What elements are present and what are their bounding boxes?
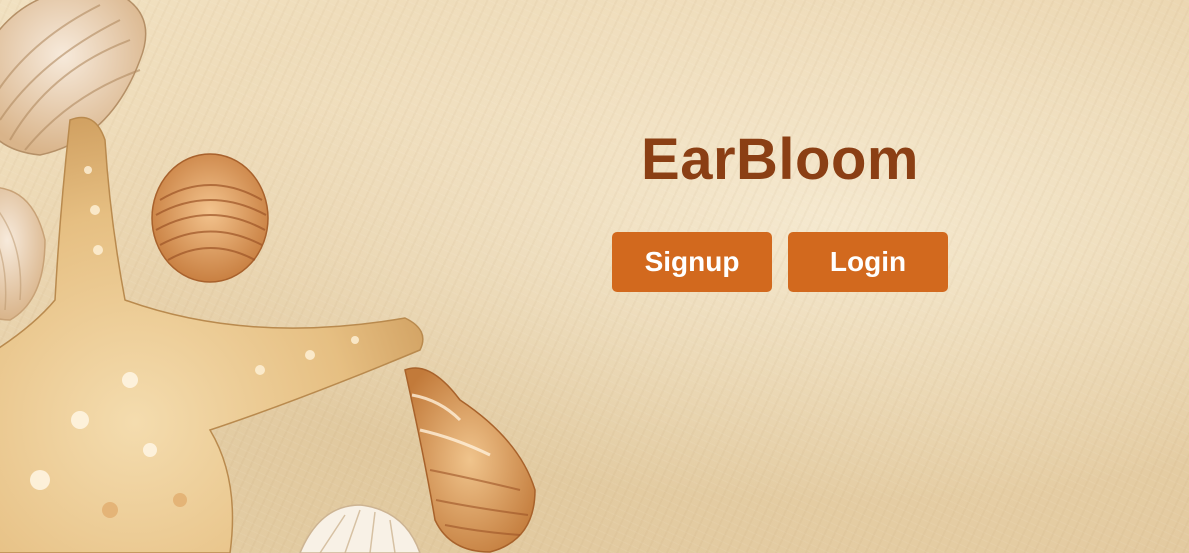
signup-button[interactable]: Signup (612, 232, 772, 292)
hero-section: EarBloom Signup Login (600, 125, 960, 292)
beach-decoration (0, 0, 536, 553)
conch-shell-icon (404, 367, 536, 553)
seashell-icon (151, 153, 269, 283)
login-button[interactable]: Login (788, 232, 948, 292)
seashell-icon (299, 504, 421, 553)
seashell-icon (0, 187, 46, 321)
auth-actions: Signup Login (600, 232, 960, 292)
app-title: EarBloom (641, 127, 919, 192)
